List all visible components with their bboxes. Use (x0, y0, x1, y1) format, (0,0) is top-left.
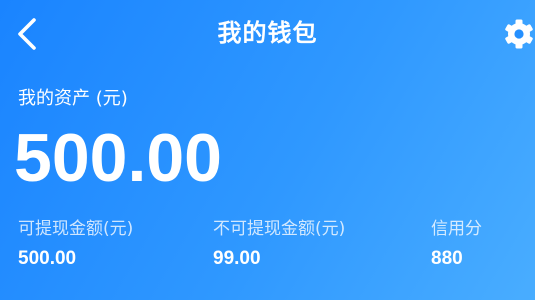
withdrawable-amount-label: 可提现金额(元) (18, 219, 134, 239)
assets-total-value: 500.00 (14, 120, 222, 196)
settings-button[interactable] (503, 18, 535, 50)
withdrawable-amount-value: 500.00 (18, 248, 77, 269)
gear-icon (505, 19, 533, 49)
withdrawable-amount[interactable]: 可提现金额(元) 500.00 (18, 216, 133, 272)
page-title: 我的钱包 (217, 19, 318, 47)
credit-score-label: 信用分 (431, 219, 482, 239)
non-withdrawable-amount-label: 不可提现金额(元) (213, 219, 346, 239)
assets-label: 我的资产 (元) (18, 88, 128, 109)
top-bar: 我的钱包 (0, 0, 535, 68)
wallet-screen: 我的钱包 我的资产 (元) 500.00 可提现金额(元) 500.00 不可提… (0, 0, 535, 300)
non-withdrawable-amount-value: 99.00 (213, 248, 261, 269)
non-withdrawable-amount[interactable]: 不可提现金额(元) 99.00 (213, 216, 345, 272)
credit-score[interactable]: 信用分 880 (431, 216, 482, 272)
credit-score-value: 880 (431, 248, 463, 269)
